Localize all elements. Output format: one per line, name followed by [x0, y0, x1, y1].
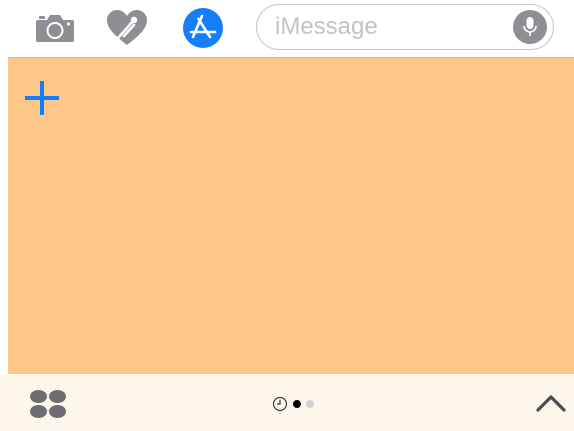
app-drawer-bar	[0, 374, 574, 431]
message-toolbar	[0, 0, 574, 57]
message-field	[256, 4, 554, 50]
page-dot-1[interactable]	[293, 400, 301, 408]
plus-icon	[25, 81, 59, 115]
page-indicator	[272, 396, 314, 412]
message-input[interactable]	[275, 13, 505, 41]
page-dot-2[interactable]	[306, 400, 314, 408]
add-button[interactable]	[23, 79, 61, 117]
app-store-icon[interactable]	[181, 8, 225, 48]
chevron-up-icon[interactable]	[535, 393, 567, 413]
digital-touch-heart-icon[interactable]	[105, 8, 149, 48]
clock-icon[interactable]	[272, 396, 288, 412]
app-drawer-grid-icon[interactable]	[29, 389, 67, 419]
app-drawer-panel	[8, 57, 574, 374]
camera-icon[interactable]	[33, 8, 77, 48]
microphone-button[interactable]	[513, 10, 547, 44]
microphone-icon	[523, 17, 537, 36]
